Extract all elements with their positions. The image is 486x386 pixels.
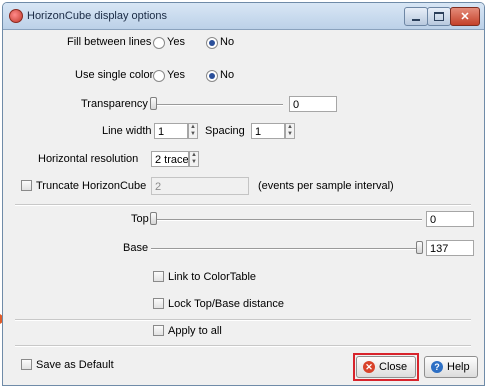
horizontal-resolution-input[interactable]: 2 traces <box>151 151 189 167</box>
save-as-default-label: Save as Default <box>36 359 114 371</box>
lock-top-base-label: Lock Top/Base distance <box>168 298 284 310</box>
single-color-no-radio[interactable] <box>206 70 218 82</box>
close-button-label: Close <box>379 361 408 373</box>
truncate-label: Truncate HorizonCube <box>36 180 147 192</box>
help-icon: ? <box>431 361 443 373</box>
apply-to-all-checkbox[interactable] <box>153 325 164 336</box>
base-slider-track[interactable] <box>151 248 422 250</box>
fill-between-lines-label: Fill between lines <box>67 36 152 48</box>
base-label: Base <box>123 242 149 254</box>
maximize-button[interactable] <box>427 7 451 26</box>
single-color-no-label: No <box>220 69 235 81</box>
save-as-default-checkbox[interactable] <box>21 359 32 370</box>
transparency-slider-thumb[interactable] <box>150 97 157 110</box>
line-width-input[interactable]: 1 <box>154 123 188 139</box>
transparency-slider-track[interactable] <box>153 104 283 106</box>
top-label: Top <box>131 213 149 225</box>
dialog-window: HorizonCube display options ✕ Fill betwe… <box>2 2 485 386</box>
top-input[interactable]: 0 <box>426 211 474 227</box>
top-slider-track[interactable] <box>151 219 422 221</box>
close-button[interactable]: ✕ Close <box>356 356 416 378</box>
line-width-label: Line width <box>102 125 152 137</box>
separator <box>15 319 471 321</box>
horizontal-resolution-spinner[interactable]: ▲ ▼ <box>189 151 199 167</box>
top-slider-thumb[interactable] <box>150 212 157 225</box>
help-button[interactable]: ? Help <box>424 356 478 378</box>
spacing-input[interactable]: 1 <box>251 123 285 139</box>
truncate-unit-label: (events per sample interval) <box>258 180 394 192</box>
single-color-yes-radio[interactable] <box>153 70 165 82</box>
minimize-icon <box>412 18 420 21</box>
separator <box>15 204 471 206</box>
truncate-checkbox[interactable] <box>21 180 32 191</box>
close-circle-icon: ✕ <box>363 361 375 373</box>
fill-yes-radio[interactable] <box>153 37 165 49</box>
fill-yes-label: Yes <box>167 36 185 48</box>
minimize-button[interactable] <box>404 7 428 26</box>
maximize-icon <box>434 12 444 21</box>
window-title: HorizonCube display options <box>27 10 168 22</box>
line-width-spinner[interactable]: ▲ ▼ <box>188 123 198 139</box>
separator <box>15 345 471 347</box>
base-slider-thumb[interactable] <box>416 241 423 254</box>
apply-to-all-label: Apply to all <box>168 325 222 337</box>
spacing-label: Spacing <box>205 125 245 137</box>
horizontal-resolution-label: Horizontal resolution <box>38 153 139 165</box>
single-color-yes-label: Yes <box>167 69 185 81</box>
close-icon: ✕ <box>460 11 470 23</box>
truncate-input[interactable]: 2 <box>151 177 249 195</box>
base-input[interactable]: 137 <box>426 240 474 256</box>
close-window-button[interactable]: ✕ <box>450 7 480 26</box>
transparency-input[interactable]: 0 <box>289 96 337 112</box>
title-bar: HorizonCube display options ✕ <box>3 3 484 30</box>
spacing-spinner[interactable]: ▲ ▼ <box>285 123 295 139</box>
link-to-colortable-label: Link to ColorTable <box>168 271 257 283</box>
app-icon <box>9 9 23 23</box>
help-button-label: Help <box>447 361 470 373</box>
transparency-label: Transparency <box>81 98 148 110</box>
fill-no-radio[interactable] <box>206 37 218 49</box>
fill-no-label: No <box>220 36 235 48</box>
use-single-color-label: Use single color <box>75 69 154 81</box>
link-to-colortable-checkbox[interactable] <box>153 271 164 282</box>
lock-top-base-checkbox[interactable] <box>153 298 164 309</box>
